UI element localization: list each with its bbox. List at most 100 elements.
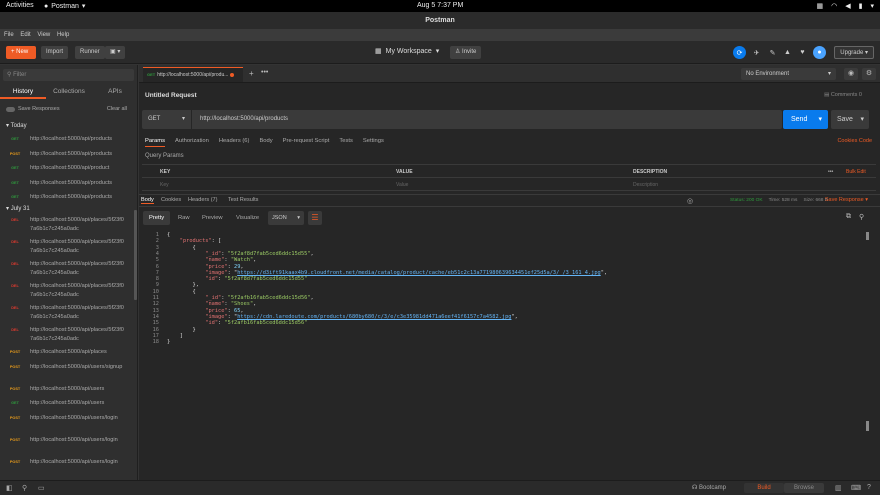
help-icon[interactable]: ? (867, 484, 871, 491)
globe-icon[interactable]: ◎ (687, 197, 693, 205)
request-tab[interactable]: GET http://localhost:5000/api/produ... (143, 67, 243, 82)
history-item[interactable]: POST http://localhost:5000/api/places (0, 348, 134, 357)
activities-button[interactable]: Activities (6, 2, 34, 9)
gear-icon[interactable]: ⚙ (862, 68, 876, 80)
code-scrollbar-top[interactable] (866, 232, 869, 240)
save-responses-toggle[interactable]: Save Responses (6, 106, 60, 112)
history-item[interactable]: POST http://localhost:5000/api/users (0, 385, 134, 394)
plus-icon[interactable]: + (249, 69, 254, 78)
language-select[interactable]: JSON ▾ (268, 211, 304, 225)
tab-response-cookies[interactable]: Cookies (161, 197, 181, 203)
new-button[interactable]: + New (6, 46, 36, 59)
app-menu[interactable]: ● Postman ▾ (44, 2, 85, 11)
tab-collections[interactable]: Collections (46, 85, 92, 99)
history-item[interactable]: POST http://localhost:5000/api/products (0, 150, 134, 159)
tab-pre-request-script[interactable]: Pre-request Script (283, 138, 330, 147)
menu-view[interactable]: View (37, 32, 50, 38)
cookies-code-links[interactable]: Cookies Code (837, 138, 872, 144)
menu-edit[interactable]: Edit (20, 32, 30, 38)
workspace-selector[interactable]: ▦ My Workspace ▾ (375, 47, 439, 56)
tab-settings[interactable]: Settings (363, 138, 384, 147)
code-scrollbar-bottom[interactable] (866, 421, 869, 431)
invite-button[interactable]: ♙ Invite (450, 46, 482, 59)
browse-button[interactable]: Browse (784, 483, 824, 493)
description-input[interactable]: Description (633, 182, 658, 188)
history-item[interactable]: DEL http://localhost:5000/api/places/5f23… (0, 216, 134, 233)
history-item[interactable]: DEL http://localhost:5000/api/places/5f23… (0, 282, 134, 299)
format-raw[interactable]: Raw (172, 211, 196, 225)
copy-icon[interactable]: ⧉ (846, 213, 851, 221)
format-pretty[interactable]: Pretty (143, 211, 171, 225)
tab-history[interactable]: History (0, 85, 46, 99)
history-item[interactable]: DEL http://localhost:5000/api/places/5f23… (0, 238, 134, 255)
upgrade-button[interactable]: Upgrade ▾ (834, 46, 874, 59)
sync-icon[interactable]: ⟳ (733, 46, 746, 59)
request-name[interactable]: Untitled Request (145, 92, 197, 99)
save-button[interactable]: Save ▾ (831, 110, 869, 129)
menu-help[interactable]: Help (57, 32, 69, 38)
clear-all-button[interactable]: Clear all (107, 106, 127, 112)
clock[interactable]: Aug 5 7:37 PM (417, 2, 463, 9)
console-icon[interactable]: ▭ (38, 484, 45, 492)
wrap-lines-icon[interactable]: ☰ (308, 211, 322, 225)
new-window-button[interactable]: ▣ ▾ (105, 46, 126, 59)
format-preview[interactable]: Preview (196, 211, 229, 225)
url-input[interactable]: http://localhost:5000/api/products (200, 110, 288, 129)
toggle-switch[interactable] (6, 106, 15, 112)
send-button[interactable]: Send ▾ (783, 110, 828, 129)
response-body-code[interactable]: 1{2 "products": [3 {4 "_id": "5f2af8d7fa… (147, 231, 862, 471)
system-tray[interactable]: ▦ ◠ ◀ ▮ ▾ (817, 2, 875, 10)
tab-authorization[interactable]: Authorization (175, 138, 209, 147)
history-item[interactable]: GET http://localhost:5000/api/users (0, 399, 134, 408)
heart-icon[interactable]: ♥ (796, 46, 809, 59)
menu-file[interactable]: File (4, 32, 14, 38)
build-button[interactable]: Build (744, 483, 784, 493)
tab-params[interactable]: Params (145, 138, 165, 147)
format-visualize[interactable]: Visualize (230, 211, 265, 225)
satellite-icon[interactable]: ✈ (750, 46, 763, 59)
tab-headers[interactable]: Headers (6) (219, 138, 250, 147)
eye-icon[interactable]: ◉ (844, 68, 858, 80)
wrench-icon[interactable]: ✎ (766, 46, 779, 59)
group-today[interactable]: ▾ Today (6, 122, 27, 129)
import-button[interactable]: Import (41, 46, 69, 59)
history-item[interactable]: DEL http://localhost:5000/api/places/5f23… (0, 326, 134, 343)
keyboard-icon[interactable]: ⌨ (851, 484, 861, 492)
sidebar-toggle-icon[interactable]: ◧ (6, 484, 13, 492)
history-item[interactable]: GET http://localhost:5000/api/products (0, 135, 134, 144)
history-item[interactable]: POST http://localhost:5000/api/users/sign… (0, 363, 134, 372)
tab-body[interactable]: Body (259, 138, 272, 147)
sidebar-scrollbar[interactable] (134, 210, 137, 300)
tab-apis[interactable]: APIs (92, 85, 137, 99)
more-icon[interactable]: ••• (261, 69, 268, 76)
history-item[interactable]: DEL http://localhost:5000/api/places/5f23… (0, 304, 134, 321)
key-input[interactable]: Key (160, 182, 169, 188)
runner-button[interactable]: Runner (75, 46, 105, 59)
history-item[interactable]: POST http://localhost:5000/api/users/logi… (0, 414, 134, 423)
value-input[interactable]: Value (396, 182, 408, 188)
history-item[interactable]: GET http://localhost:5000/api/product (0, 164, 134, 173)
save-response-button[interactable]: Save Response ▾ (825, 197, 868, 203)
history-item[interactable]: POST http://localhost:5000/api/users/logi… (0, 436, 134, 445)
more-icon[interactable]: ••• (828, 169, 833, 175)
comments-button[interactable]: ▤ Comments 0 (824, 92, 862, 98)
tab-tests[interactable]: Tests (339, 138, 353, 147)
history-item[interactable]: DEL http://localhost:5000/api/places/5f23… (0, 260, 134, 277)
history-item[interactable]: GET http://localhost:5000/api/products (0, 193, 134, 202)
layout-icon[interactable]: ▥ (835, 484, 842, 492)
bulk-edit-link[interactable]: Bulk Edit (846, 169, 866, 175)
search-icon[interactable]: ⚲ (859, 213, 864, 221)
tab-response-headers[interactable]: Headers (7) (188, 197, 218, 203)
bootcamp-button[interactable]: ☊ Bootcamp (692, 484, 726, 491)
filter-input[interactable]: ⚲ Filter (3, 69, 134, 81)
tab-test-results[interactable]: Test Results (228, 197, 258, 203)
environment-select[interactable]: No Environment ▾ (741, 68, 836, 80)
group-july-31[interactable]: ▾ July 31 (6, 205, 30, 212)
history-item[interactable]: GET http://localhost:5000/api/products (0, 179, 134, 188)
search-icon[interactable]: ⚲ (22, 484, 27, 492)
bell-icon[interactable]: ▲ (781, 46, 794, 59)
avatar[interactable]: ● (813, 46, 826, 59)
tab-response-body[interactable]: Body (141, 197, 154, 204)
method-select[interactable]: GET ▾ (142, 110, 192, 129)
history-item[interactable]: POST http://localhost:5000/api/users/logi… (0, 458, 134, 467)
